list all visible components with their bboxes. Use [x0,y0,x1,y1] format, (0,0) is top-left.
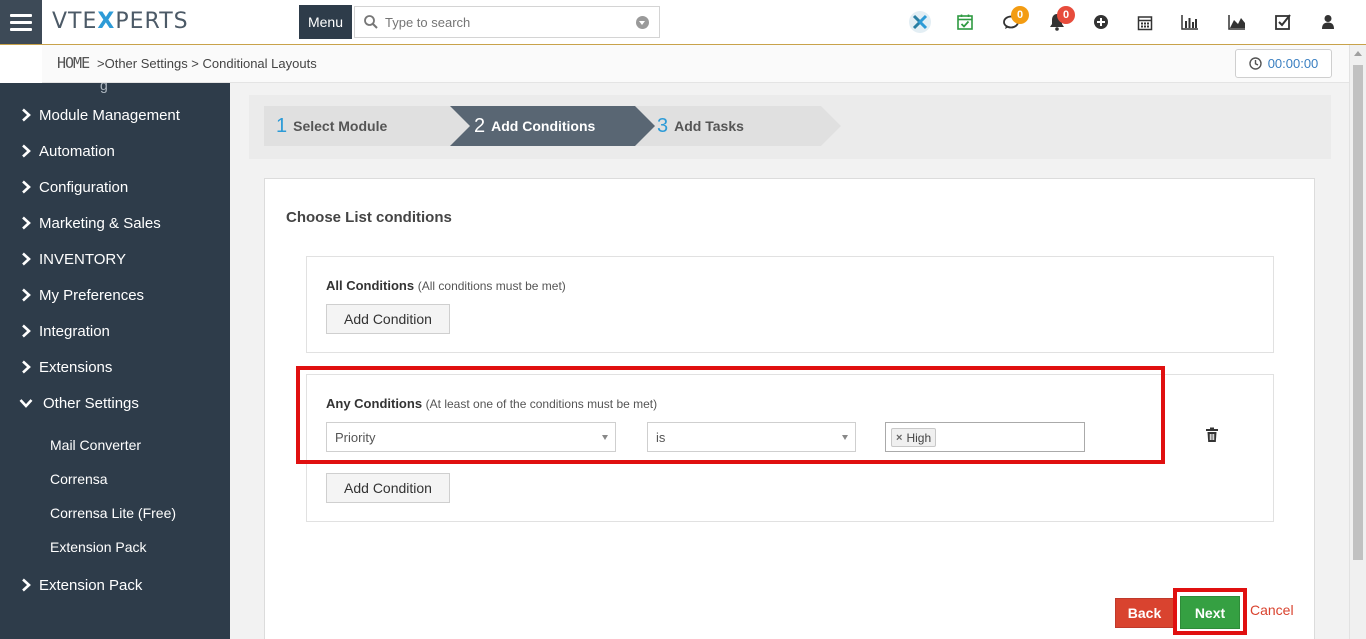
conditions-card: Choose List conditions All Conditions (A… [264,178,1315,639]
user-icon[interactable] [1316,10,1340,34]
breadcrumb-path[interactable]: >Other Settings > Conditional Layouts [97,56,317,71]
menu-button[interactable]: Menu [299,5,352,39]
sidebar-item-other-settings[interactable]: Other Settings [0,385,230,421]
search-dropdown-icon[interactable] [636,16,649,29]
chevron-down-icon [19,399,33,408]
all-conditions-panel: All Conditions (All conditions must be m… [306,256,1274,353]
timer-value: 00:00:00 [1267,56,1319,71]
sidebar-item-extensions[interactable]: Extensions [0,349,230,385]
sidebar-subitem-corrensa-lite[interactable]: Corrensa Lite (Free) [50,505,176,521]
plus-circle-icon[interactable] [1089,10,1113,34]
calendar-check-icon[interactable] [953,10,977,34]
tag-remove-icon[interactable]: × [896,432,902,444]
area-chart-icon[interactable] [1225,10,1249,34]
sidebar-item-inventory[interactable]: INVENTORY [0,241,230,277]
chevron-right-icon [22,144,31,158]
sidebar-item-automation[interactable]: Automation [0,133,230,169]
chevron-right-icon [22,108,31,122]
vtexperts-x-icon[interactable] [908,10,932,34]
sidebar-item-marketing-sales[interactable]: Marketing & Sales [0,205,230,241]
add-condition-all-button[interactable]: Add Condition [326,304,450,334]
main-content: 1 Select Module 3 Add Tasks 2 Add Condit… [230,83,1349,639]
chevron-right-icon [22,360,31,374]
dropdown-arrow-icon [842,435,848,440]
chevron-right-icon [22,578,31,592]
wizard-step-add-tasks[interactable]: 3 Add Tasks [633,106,841,146]
next-button[interactable]: Next [1180,596,1240,629]
wizard-step-select-module[interactable]: 1 Select Module [264,106,474,146]
notification-badge: 0 [1057,6,1075,24]
sidebar-subitem-corrensa[interactable]: Corrensa [50,471,108,487]
scroll-up-icon[interactable] [1354,51,1362,56]
scrollbar-thumb[interactable] [1353,65,1363,560]
condition-field-select[interactable]: Priority [326,422,616,452]
condition-value-input[interactable]: × High [885,422,1085,452]
hamburger-menu-icon[interactable] [0,0,42,44]
back-button[interactable]: Back [1115,598,1174,628]
page-title: Choose List conditions [286,209,452,226]
sidebar-item-configuration[interactable]: Configuration [0,169,230,205]
sidebar-clipped-item: g [100,83,108,93]
condition-operator-select[interactable]: is [647,422,856,452]
chat-icon[interactable]: 0 [999,6,1029,34]
sidebar-item-module-management[interactable]: Module Management [0,97,230,133]
any-conditions-heading: Any Conditions (At least one of the cond… [326,396,658,411]
breadcrumb: HOME >Other Settings > Conditional Layou… [42,45,1366,83]
all-conditions-heading: All Conditions (All conditions must be m… [326,278,566,293]
value-tag: × High [891,428,937,447]
page-scrollbar[interactable] [1349,45,1366,639]
wizard-step-add-conditions[interactable]: 2 Add Conditions [450,106,655,146]
chevron-right-icon [22,288,31,302]
sidebar-subitem-extension-pack[interactable]: Extension Pack [50,539,147,555]
add-condition-any-button[interactable]: Add Condition [326,473,450,503]
chevron-right-icon [22,252,31,266]
bar-chart-icon[interactable] [1178,10,1202,34]
top-bar: VTEXPERTS Menu 0 0 [0,0,1366,45]
chevron-right-icon [22,180,31,194]
vtexperts-logo[interactable]: VTEXPERTS [52,9,189,34]
timer-button[interactable]: 00:00:00 [1235,49,1332,78]
sidebar-item-integration[interactable]: Integration [0,313,230,349]
dropdown-arrow-icon [602,435,608,440]
global-search[interactable] [354,6,660,38]
search-icon [364,15,378,29]
cancel-link[interactable]: Cancel [1250,602,1294,618]
calendar-icon[interactable] [1133,10,1157,34]
sidebar-item-my-preferences[interactable]: My Preferences [0,277,230,313]
breadcrumb-home[interactable]: HOME [57,54,90,72]
chat-badge: 0 [1011,6,1029,24]
clock-icon [1248,57,1262,70]
wizard-steps: 1 Select Module 3 Add Tasks 2 Add Condit… [249,95,1331,159]
sidebar-subitem-mail-converter[interactable]: Mail Converter [50,437,141,453]
sidebar-item-extension-pack[interactable]: Extension Pack [0,567,230,603]
trash-icon[interactable] [1205,427,1219,443]
settings-sidebar: g Module Management Automation Configura… [0,83,230,639]
search-input[interactable] [383,8,623,36]
chevron-right-icon [22,216,31,230]
any-conditions-panel: Any Conditions (At least one of the cond… [306,374,1274,522]
bell-icon[interactable]: 0 [1045,6,1075,34]
chevron-right-icon [22,324,31,338]
checkbox-icon[interactable] [1271,10,1295,34]
